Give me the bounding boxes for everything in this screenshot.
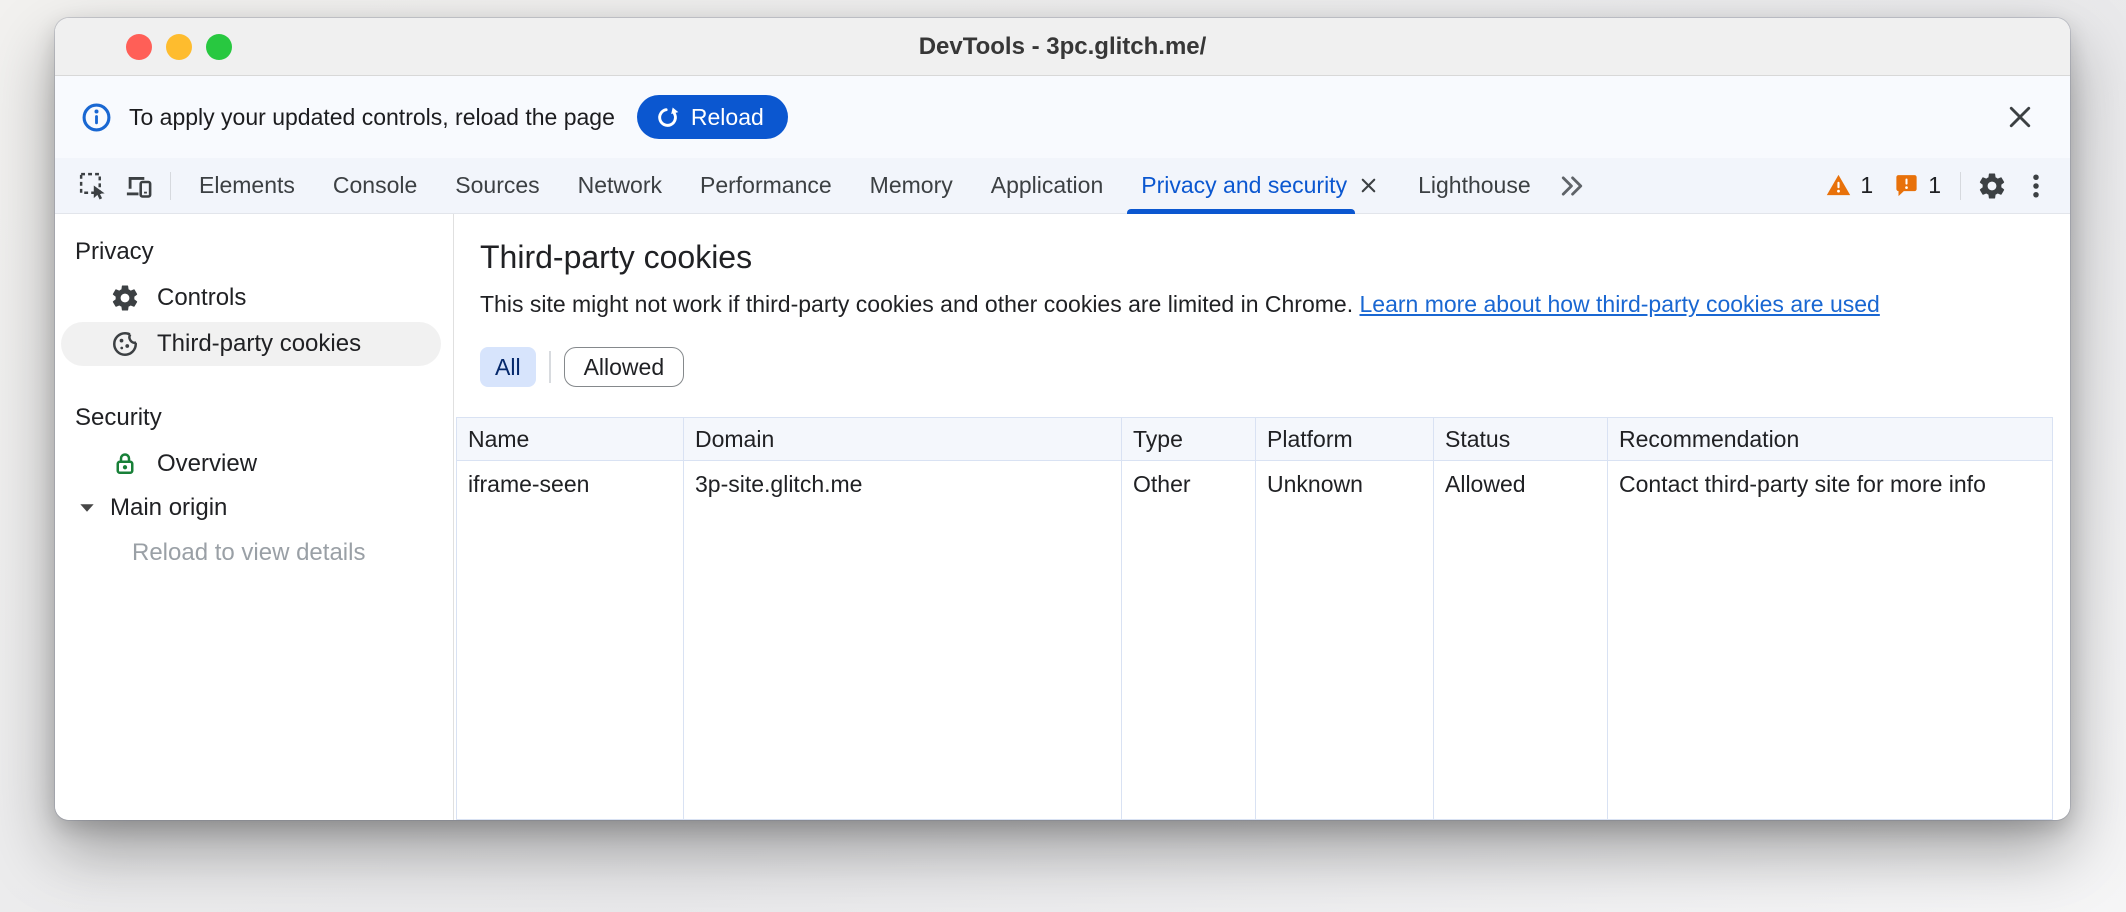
devtools-window: DevTools - 3pc.glitch.me/ To apply your … [55, 18, 2070, 820]
tab-network[interactable]: Network [559, 158, 681, 214]
kebab-icon [2021, 171, 2051, 201]
tab-label: Lighthouse [1418, 172, 1531, 199]
close-icon [1357, 174, 1380, 197]
reload-icon [654, 104, 681, 131]
section-heading-privacy: Privacy [55, 238, 453, 266]
titlebar: DevTools - 3pc.glitch.me/ [55, 18, 2070, 76]
expand-arrow-icon [77, 498, 97, 518]
tab-label: Console [333, 172, 417, 199]
panel-content: Privacy Controls Third-party cookies [55, 214, 2070, 820]
sidebar-item-label: Main origin [110, 494, 227, 522]
tab-memory[interactable]: Memory [851, 158, 972, 214]
column-header-name[interactable]: Name [457, 418, 684, 461]
description-text: This site might not work if third-party … [480, 291, 1353, 317]
sidebar-item-label: Overview [157, 450, 257, 478]
sidebar-item-overview[interactable]: Overview [55, 442, 453, 486]
cookie-icon [110, 329, 140, 359]
sidebar-item-label: Controls [157, 284, 246, 312]
window-title: DevTools - 3pc.glitch.me/ [55, 18, 2070, 75]
warning-icon [1825, 172, 1852, 199]
tab-performance[interactable]: Performance [681, 158, 851, 214]
page-description: This site might not work if third-party … [480, 291, 2044, 318]
device-toolbar-icon [123, 170, 154, 201]
reload-button[interactable]: Reload [637, 95, 788, 139]
double-chevron-icon [1558, 172, 1586, 200]
lock-icon [110, 449, 140, 479]
column-header-type[interactable]: Type [1122, 418, 1256, 461]
privacy-sidebar: Privacy Controls Third-party cookies [55, 214, 454, 820]
chip-divider [549, 351, 551, 383]
issues-badge[interactable]: 1 [1893, 172, 1941, 199]
infobar-message: To apply your updated controls, reload t… [129, 104, 615, 131]
tab-sources[interactable]: Sources [436, 158, 558, 214]
section-heading-security: Security [55, 404, 453, 432]
filter-chip-allowed[interactable]: Allowed [564, 347, 685, 387]
tab-close-button[interactable] [1357, 174, 1380, 197]
tab-label: Performance [700, 172, 832, 199]
third-party-cookies-panel: Third-party cookies This site might not … [454, 214, 2070, 820]
sidebar-item-main-origin[interactable]: Main origin [55, 486, 453, 530]
column-header-platform[interactable]: Platform [1256, 418, 1434, 461]
tab-label: Privacy and security [1141, 172, 1347, 199]
tab-application[interactable]: Application [972, 158, 1123, 214]
settings-button[interactable] [1970, 164, 2014, 208]
tab-label: Application [991, 172, 1104, 199]
warnings-badge[interactable]: 1 [1825, 172, 1873, 199]
filter-chip-all[interactable]: All [480, 347, 536, 387]
menu-button[interactable] [2014, 164, 2058, 208]
toolbar-divider [1960, 172, 1961, 200]
devtools-toolbar: Elements Console Sources Network Perform… [55, 158, 2070, 214]
inspect-element-button[interactable] [69, 163, 115, 209]
column-header-domain[interactable]: Domain [684, 418, 1122, 461]
learn-more-link[interactable]: Learn more about how third-party cookies… [1359, 291, 1879, 317]
table-cell-status[interactable]: Allowed [1434, 461, 1608, 819]
tab-privacy-and-security[interactable]: Privacy and security [1122, 158, 1399, 214]
gear-icon [110, 283, 140, 313]
table-cell-recommendation[interactable]: Contact third-party site for more info [1608, 461, 2052, 819]
infobar: To apply your updated controls, reload t… [55, 76, 2070, 158]
tab-label: Memory [870, 172, 953, 199]
sidebar-note-reload: Reload to view details [55, 530, 453, 576]
tab-lighthouse[interactable]: Lighthouse [1399, 158, 1550, 214]
sidebar-item-third-party-cookies[interactable]: Third-party cookies [61, 322, 441, 366]
tab-elements[interactable]: Elements [180, 158, 314, 214]
reload-button-label: Reload [691, 104, 764, 131]
table-cell-type[interactable]: Other [1122, 461, 1256, 819]
page-title: Third-party cookies [480, 239, 2044, 276]
tab-label: Elements [199, 172, 295, 199]
filter-bar: All Allowed [480, 347, 2044, 387]
gear-icon [1977, 171, 2007, 201]
infobar-close-button[interactable] [1998, 95, 2042, 139]
tab-label: Sources [455, 172, 539, 199]
warning-count: 1 [1860, 172, 1873, 199]
issues-icon [1893, 172, 1920, 199]
column-header-status[interactable]: Status [1434, 418, 1608, 461]
sidebar-item-label: Third-party cookies [157, 330, 361, 358]
table-cell-domain[interactable]: 3p-site.glitch.me [684, 461, 1122, 819]
cookies-table: Name Domain Type Platform Status Recomme… [456, 417, 2053, 820]
sidebar-item-controls[interactable]: Controls [55, 276, 453, 320]
toolbar-divider [170, 172, 171, 200]
issue-count: 1 [1928, 172, 1941, 199]
table-cell-name[interactable]: iframe-seen [457, 461, 684, 819]
inspect-icon [77, 170, 108, 201]
column-header-recommendation[interactable]: Recommendation [1608, 418, 2052, 461]
tab-console[interactable]: Console [314, 158, 436, 214]
device-toolbar-button[interactable] [115, 163, 161, 209]
table-cell-platform[interactable]: Unknown [1256, 461, 1434, 819]
close-icon [2005, 102, 2035, 132]
more-tabs-button[interactable] [1550, 164, 1594, 208]
info-icon [81, 102, 112, 133]
tab-label: Network [578, 172, 662, 199]
